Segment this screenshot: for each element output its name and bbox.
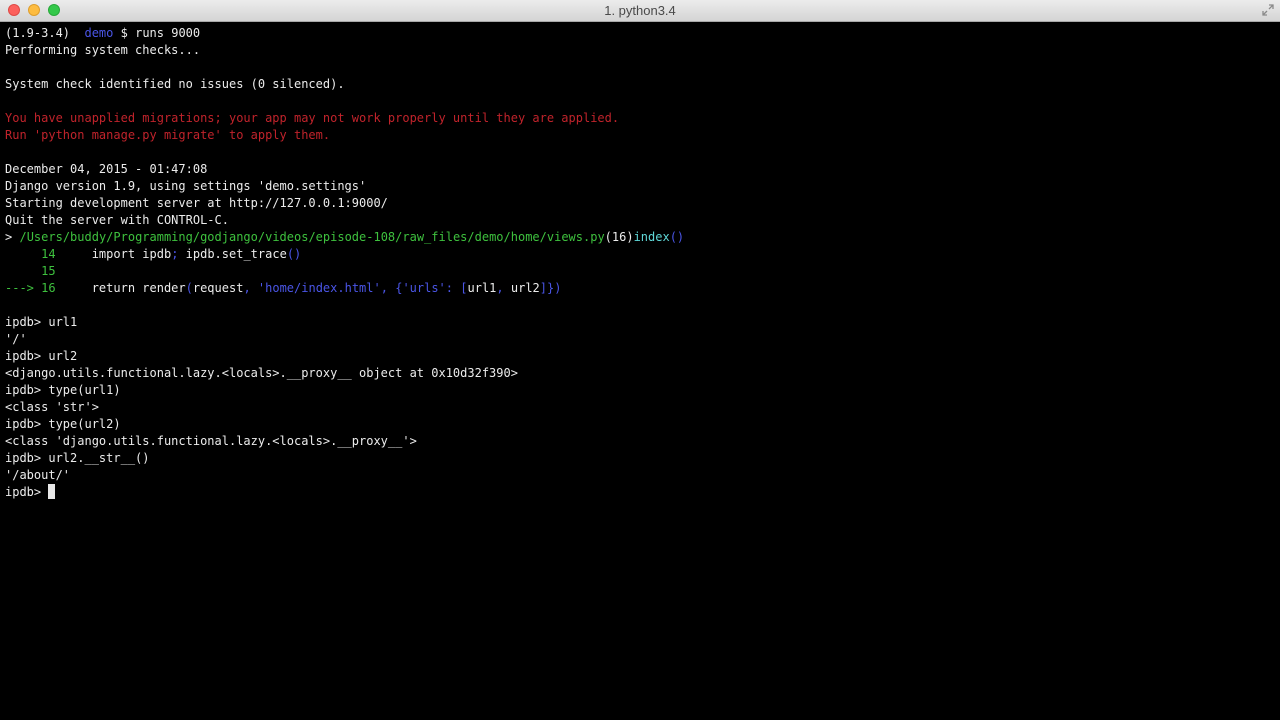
session-line: ipdb> url2.__str__() — [5, 451, 150, 465]
code-line-14: 14 import ipdb; ipdb.set_trace() — [5, 246, 1275, 263]
code-comma: , — [243, 281, 251, 295]
shell-command: runs 9000 — [135, 26, 201, 40]
quit-hint-line: Quit the server with CONTROL-C. — [5, 213, 229, 227]
trace-function: index — [633, 230, 670, 244]
trace-arrow: > — [5, 230, 13, 244]
code-comma: , — [496, 281, 504, 295]
window-title: 1. python3.4 — [604, 3, 676, 18]
code-close: ]}) — [539, 281, 562, 295]
output-line: Performing system checks... — [5, 43, 201, 57]
prompt-symbol: $ — [120, 26, 128, 40]
server-url-line: Starting development server at http://12… — [5, 196, 388, 210]
session-line: <class 'str'> — [5, 400, 99, 414]
session-line: ipdb> type(url1) — [5, 383, 121, 397]
line-number: 14 — [41, 247, 56, 261]
fullscreen-icon[interactable] — [1262, 4, 1274, 16]
terminal-window: 1. python3.4 (1.9-3.4) demo $ runs 9000 … — [0, 0, 1280, 720]
code-arg: url1 — [467, 281, 497, 295]
code-colon: : — [445, 281, 454, 295]
code-import: import ipdb — [91, 247, 172, 261]
session-line: <django.utils.functional.lazy.<locals>._… — [5, 366, 518, 380]
virtualenv-label: (1.9-3.4) — [5, 26, 71, 40]
session-line: <class 'django.utils.functional.lazy.<lo… — [5, 434, 417, 448]
text-cursor[interactable] — [48, 484, 56, 499]
code-call: ipdb.set_trace — [185, 247, 287, 261]
title-bar[interactable]: 1. python3.4 — [0, 0, 1280, 22]
current-line-marker: ---> 16 — [5, 281, 56, 295]
code-separator: ; — [171, 247, 179, 261]
code-paren: ( — [185, 281, 193, 295]
code-bracket: [ — [460, 281, 468, 295]
code-comma: , — [380, 281, 388, 295]
code-arg: url2 — [510, 281, 540, 295]
code-parens: () — [286, 247, 302, 261]
code-return: return render — [91, 281, 186, 295]
trace-parens: () — [669, 230, 685, 244]
trace-file-path: /Users/buddy/Programming/godjango/videos… — [19, 230, 605, 244]
code-string: 'home/index.html' — [257, 281, 381, 295]
django-version-line: Django version 1.9, using settings 'demo… — [5, 179, 367, 193]
session-line: '/about/' — [5, 468, 71, 482]
code-string: 'urls' — [402, 281, 446, 295]
output-line: System check identified no issues (0 sil… — [5, 77, 345, 91]
session-line: ipdb> url2 — [5, 349, 78, 363]
migration-warning: You have unapplied migrations; your app … — [5, 111, 620, 125]
terminal-output[interactable]: (1.9-3.4) demo $ runs 9000 Performing sy… — [5, 25, 1275, 715]
current-prompt-line[interactable]: ipdb> — [5, 484, 1275, 501]
session-line: ipdb> type(url2) — [5, 417, 121, 431]
directory-label: demo — [84, 26, 114, 40]
trace-location-line: > /Users/buddy/Programming/godjango/vide… — [5, 229, 1275, 246]
code-line-16: ---> 16 return render(request, 'home/ind… — [5, 280, 1275, 297]
code-arg: request — [192, 281, 244, 295]
session-line: '/' — [5, 332, 27, 346]
ipdb-prompt: ipdb> — [5, 485, 49, 499]
session-line: ipdb> url1 — [5, 315, 78, 329]
trace-line-number: (16) — [604, 230, 634, 244]
shell-prompt-line: (1.9-3.4) demo $ runs 9000 — [5, 25, 1275, 42]
timestamp-line: December 04, 2015 - 01:47:08 — [5, 162, 208, 176]
migration-hint: Run 'python manage.py migrate' to apply … — [5, 128, 331, 142]
line-number: 15 — [41, 264, 56, 278]
code-line-15: 15 — [5, 263, 1275, 280]
